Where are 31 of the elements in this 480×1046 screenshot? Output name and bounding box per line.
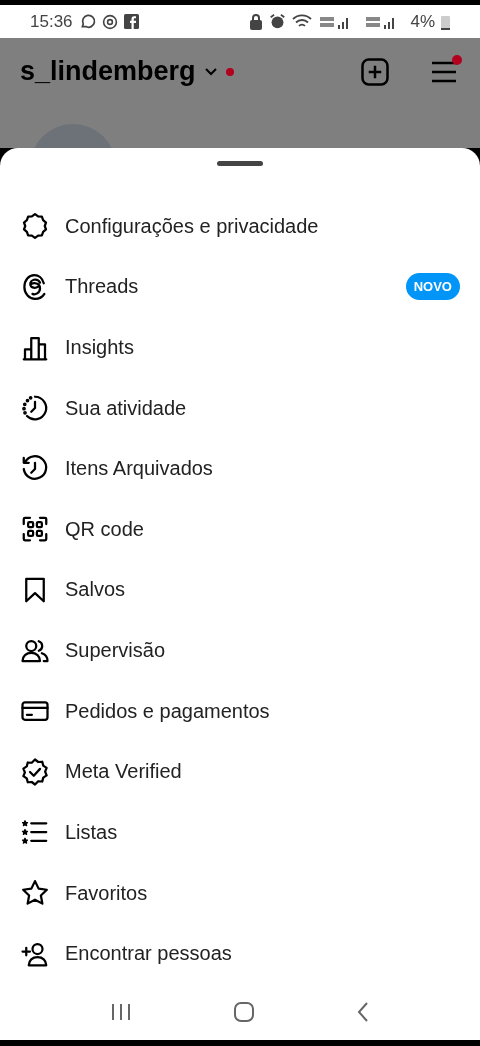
- menu-item[interactable]: Pedidos e pagamentos: [0, 680, 480, 742]
- menu-item[interactable]: Itens Arquivados: [0, 438, 480, 500]
- menu-item[interactable]: Configurações e privacidade: [0, 196, 480, 257]
- clock-time: 15:36: [30, 11, 73, 32]
- back-button[interactable]: [355, 1001, 370, 1023]
- menu-item[interactable]: Sua atividade: [0, 377, 480, 439]
- menu-item[interactable]: Meta Verified: [0, 741, 480, 803]
- menu-item[interactable]: Supervisão: [0, 620, 480, 681]
- alarm-icon: [269, 13, 287, 30]
- gear-icon: [20, 211, 50, 242]
- battery-icon: [441, 13, 450, 30]
- menu-item[interactable]: Favoritos: [0, 862, 480, 924]
- lock-icon: [249, 13, 264, 30]
- square-app-icon: [123, 14, 139, 29]
- create-button[interactable]: [360, 56, 390, 87]
- menu-item[interactable]: QR code: [0, 499, 480, 560]
- spiral-app-icon: [101, 13, 118, 30]
- menu-item[interactable]: Insights: [0, 317, 480, 378]
- menu-item[interactable]: Encontrar pessoas: [0, 923, 480, 984]
- star-icon: [20, 878, 50, 908]
- menu-item[interactable]: Listas: [0, 802, 480, 863]
- recent-apps-button[interactable]: [110, 1003, 133, 1021]
- verified-badge-icon: [20, 756, 50, 787]
- new-badge: NOVO: [405, 273, 460, 301]
- menu-item[interactable]: Threads NOVO: [0, 256, 480, 318]
- chevron-down-icon[interactable]: [203, 66, 218, 77]
- menu-item[interactable]: Salvos: [0, 559, 480, 621]
- home-button[interactable]: [233, 1001, 255, 1023]
- drag-handle[interactable]: [217, 161, 263, 166]
- username[interactable]: s_lindemberg: [20, 56, 196, 87]
- battery-level: 4%: [410, 11, 435, 32]
